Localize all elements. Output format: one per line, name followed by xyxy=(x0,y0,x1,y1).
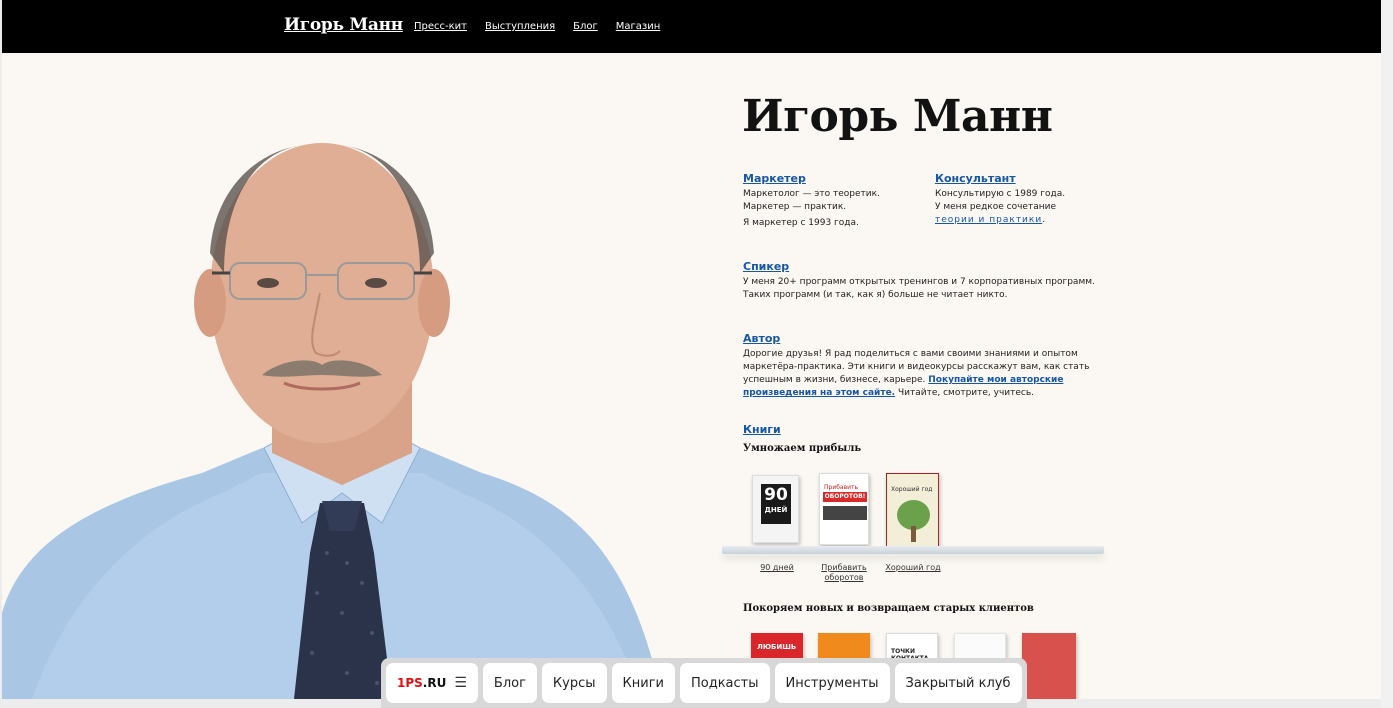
bottom-nav-podcasts[interactable]: Подкасты xyxy=(679,663,770,703)
consultant-text: Консультирую с 1989 года. У меня редкое … xyxy=(935,188,1105,227)
bottom-nav: 1PS .RU ☰ Блог Курсы Книги Подкасты Инстр… xyxy=(381,658,1027,708)
consultant-tail: . xyxy=(1042,215,1046,225)
book-cover-red[interactable] xyxy=(1022,633,1076,699)
book-90-days-art: 90 ДНЕЙ xyxy=(761,484,791,524)
book-90-days-number: 90 xyxy=(764,485,788,505)
main-nav: Пресс-кит Выступления Блог Магазин xyxy=(414,21,660,32)
books-group1-title: Умножаем прибыль xyxy=(743,443,862,454)
nav-talks[interactable]: Выступления xyxy=(485,21,555,32)
nav-press-kit[interactable]: Пресс-кит xyxy=(414,21,467,32)
book-cover-90-days[interactable]: 90 ДНЕЙ xyxy=(752,475,799,543)
portrait-photo xyxy=(2,143,662,699)
book-lyubish-title: ЛЮБИШЬ xyxy=(757,643,797,651)
book-90-days-word: ДНЕЙ xyxy=(764,506,788,514)
section-consultant: Консультант Консультирую с 1989 года. У … xyxy=(935,167,1105,227)
book-pribavit-train-image xyxy=(823,506,867,520)
marketer-line-3: Я маркетер с 1993 года. xyxy=(743,218,859,228)
nav-blog[interactable]: Блог xyxy=(573,21,598,32)
consultant-line-2: У меня редкое сочетание xyxy=(935,202,1056,212)
hamburger-menu-icon: ☰ xyxy=(454,675,467,691)
author-text: Дорогие друзья! Я рад поделиться с вами … xyxy=(743,348,1103,400)
theory-practice-link[interactable]: теории и практики xyxy=(935,215,1042,225)
bottom-nav-blog[interactable]: Блог xyxy=(482,663,537,703)
speaker-link[interactable]: Спикер xyxy=(743,260,789,273)
bottom-nav-closed-club[interactable]: Закрытый клуб xyxy=(894,663,1022,703)
marketer-link[interactable]: Маркетер xyxy=(743,172,806,185)
books-link[interactable]: Книги xyxy=(743,423,781,436)
consultant-line-1: Консультирую с 1989 года. xyxy=(935,189,1066,199)
nav-shop[interactable]: Магазин xyxy=(616,21,661,32)
marketer-text: Маркетолог — это теоретик. Маркетер — пр… xyxy=(743,188,913,230)
page-scrollbar[interactable] xyxy=(1381,0,1393,708)
page-content: Игорь Манн Маркетер Маркетолог — это тео… xyxy=(2,53,1381,699)
section-author: Автор Дорогие друзья! Я рад поделиться с… xyxy=(743,327,1103,400)
marketer-line-2: Маркетер — практик. xyxy=(743,202,847,212)
marketer-line-1: Маркетолог — это теоретик. xyxy=(743,189,880,199)
brand-1ps-text: 1PS xyxy=(397,676,423,690)
book-khoroshiy-trunk xyxy=(911,526,916,542)
brand-ru-text: .RU xyxy=(422,676,447,690)
book-shelf xyxy=(722,546,1104,554)
book-pribavit-title: ОБОРОТОВ! xyxy=(823,492,867,502)
hero-title: Игорь Манн xyxy=(742,91,1053,142)
bottom-nav-tools[interactable]: Инструменты xyxy=(774,663,890,703)
book-caption-khoroshiy-god[interactable]: Хороший год xyxy=(882,563,944,573)
book-pribavit-subtitle: Прибавить xyxy=(824,484,859,491)
section-speaker: Спикер У меня 20+ программ открытых трен… xyxy=(743,255,1103,302)
author-link[interactable]: Автор xyxy=(743,332,780,345)
site-logo[interactable]: Игорь Манн xyxy=(284,15,403,35)
book-khoroshiy-title: Хороший год xyxy=(891,486,933,493)
consultant-link[interactable]: Консультант xyxy=(935,172,1016,185)
book-caption-pribavit[interactable]: Прибавить оборотов xyxy=(814,563,874,583)
book-cover-pribavit-oborotov[interactable]: Прибавить ОБОРОТОВ! xyxy=(819,473,869,545)
speaker-text: У меня 20+ программ открытых тренингов и… xyxy=(743,277,1095,300)
bottom-nav-courses[interactable]: Курсы xyxy=(541,663,607,703)
brand-1ps-menu[interactable]: 1PS .RU ☰ xyxy=(386,663,478,703)
book-cover-khoroshiy-god[interactable]: Хороший год xyxy=(886,473,939,547)
author-tail: Читайте, смотрите, учитесь. xyxy=(895,388,1035,398)
bottom-nav-books[interactable]: Книги xyxy=(611,663,675,703)
books-group2-title: Покоряем новых и возвращаем старых клиен… xyxy=(743,603,1034,614)
section-marketer: Маркетер Маркетолог — это теоретик. Марк… xyxy=(743,167,913,230)
book-caption-90-days[interactable]: 90 дней xyxy=(747,563,807,573)
top-header: Игорь Манн Пресс-кит Выступления Блог Ма… xyxy=(2,0,1381,53)
